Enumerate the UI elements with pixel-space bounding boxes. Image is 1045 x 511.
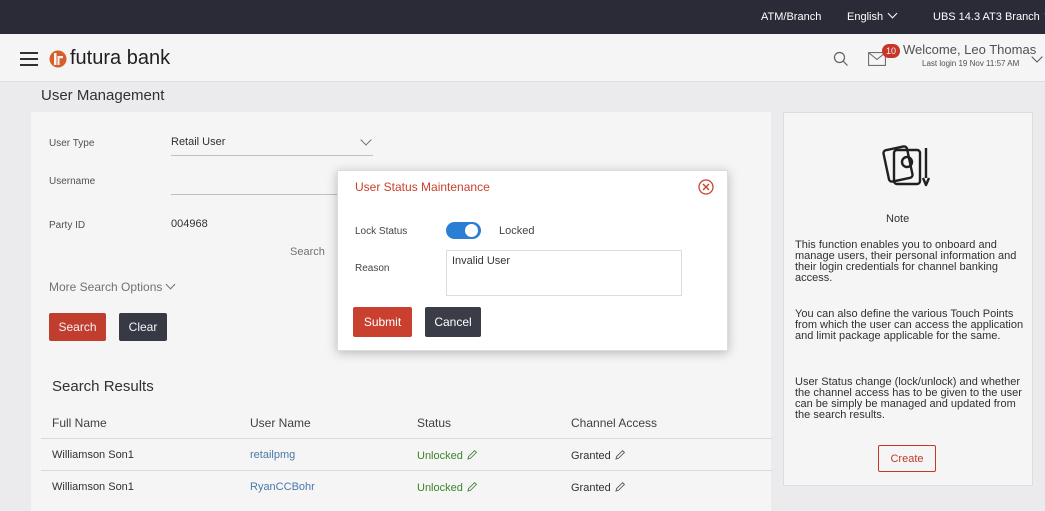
- language-selector[interactable]: English: [847, 8, 898, 23]
- chevron-down-icon: [887, 8, 898, 19]
- modal-title: User Status Maintenance: [355, 180, 490, 194]
- top-bar: ATM/Branch English UBS 14.3 AT3 Branch: [0, 0, 1045, 34]
- branch-label: UBS 14.3 AT3 Branch: [933, 11, 1040, 23]
- atm-branch-link[interactable]: ATM/Branch: [761, 11, 821, 23]
- toggle-knob: [465, 224, 478, 237]
- user-status-modal: User Status Maintenance Lock Status Lock…: [337, 170, 728, 351]
- lock-status-label: Lock Status: [355, 226, 408, 237]
- close-icon[interactable]: [698, 179, 714, 195]
- cancel-button[interactable]: Cancel: [425, 307, 481, 337]
- lock-status-value: Locked: [499, 225, 535, 237]
- language-label: English: [847, 11, 884, 23]
- reason-textarea[interactable]: Invalid User: [446, 250, 682, 296]
- lock-status-toggle[interactable]: [446, 222, 481, 239]
- submit-button[interactable]: Submit: [353, 307, 412, 337]
- branch-selector[interactable]: UBS 14.3 AT3 Branch: [933, 8, 1045, 23]
- reason-label: Reason: [355, 263, 390, 274]
